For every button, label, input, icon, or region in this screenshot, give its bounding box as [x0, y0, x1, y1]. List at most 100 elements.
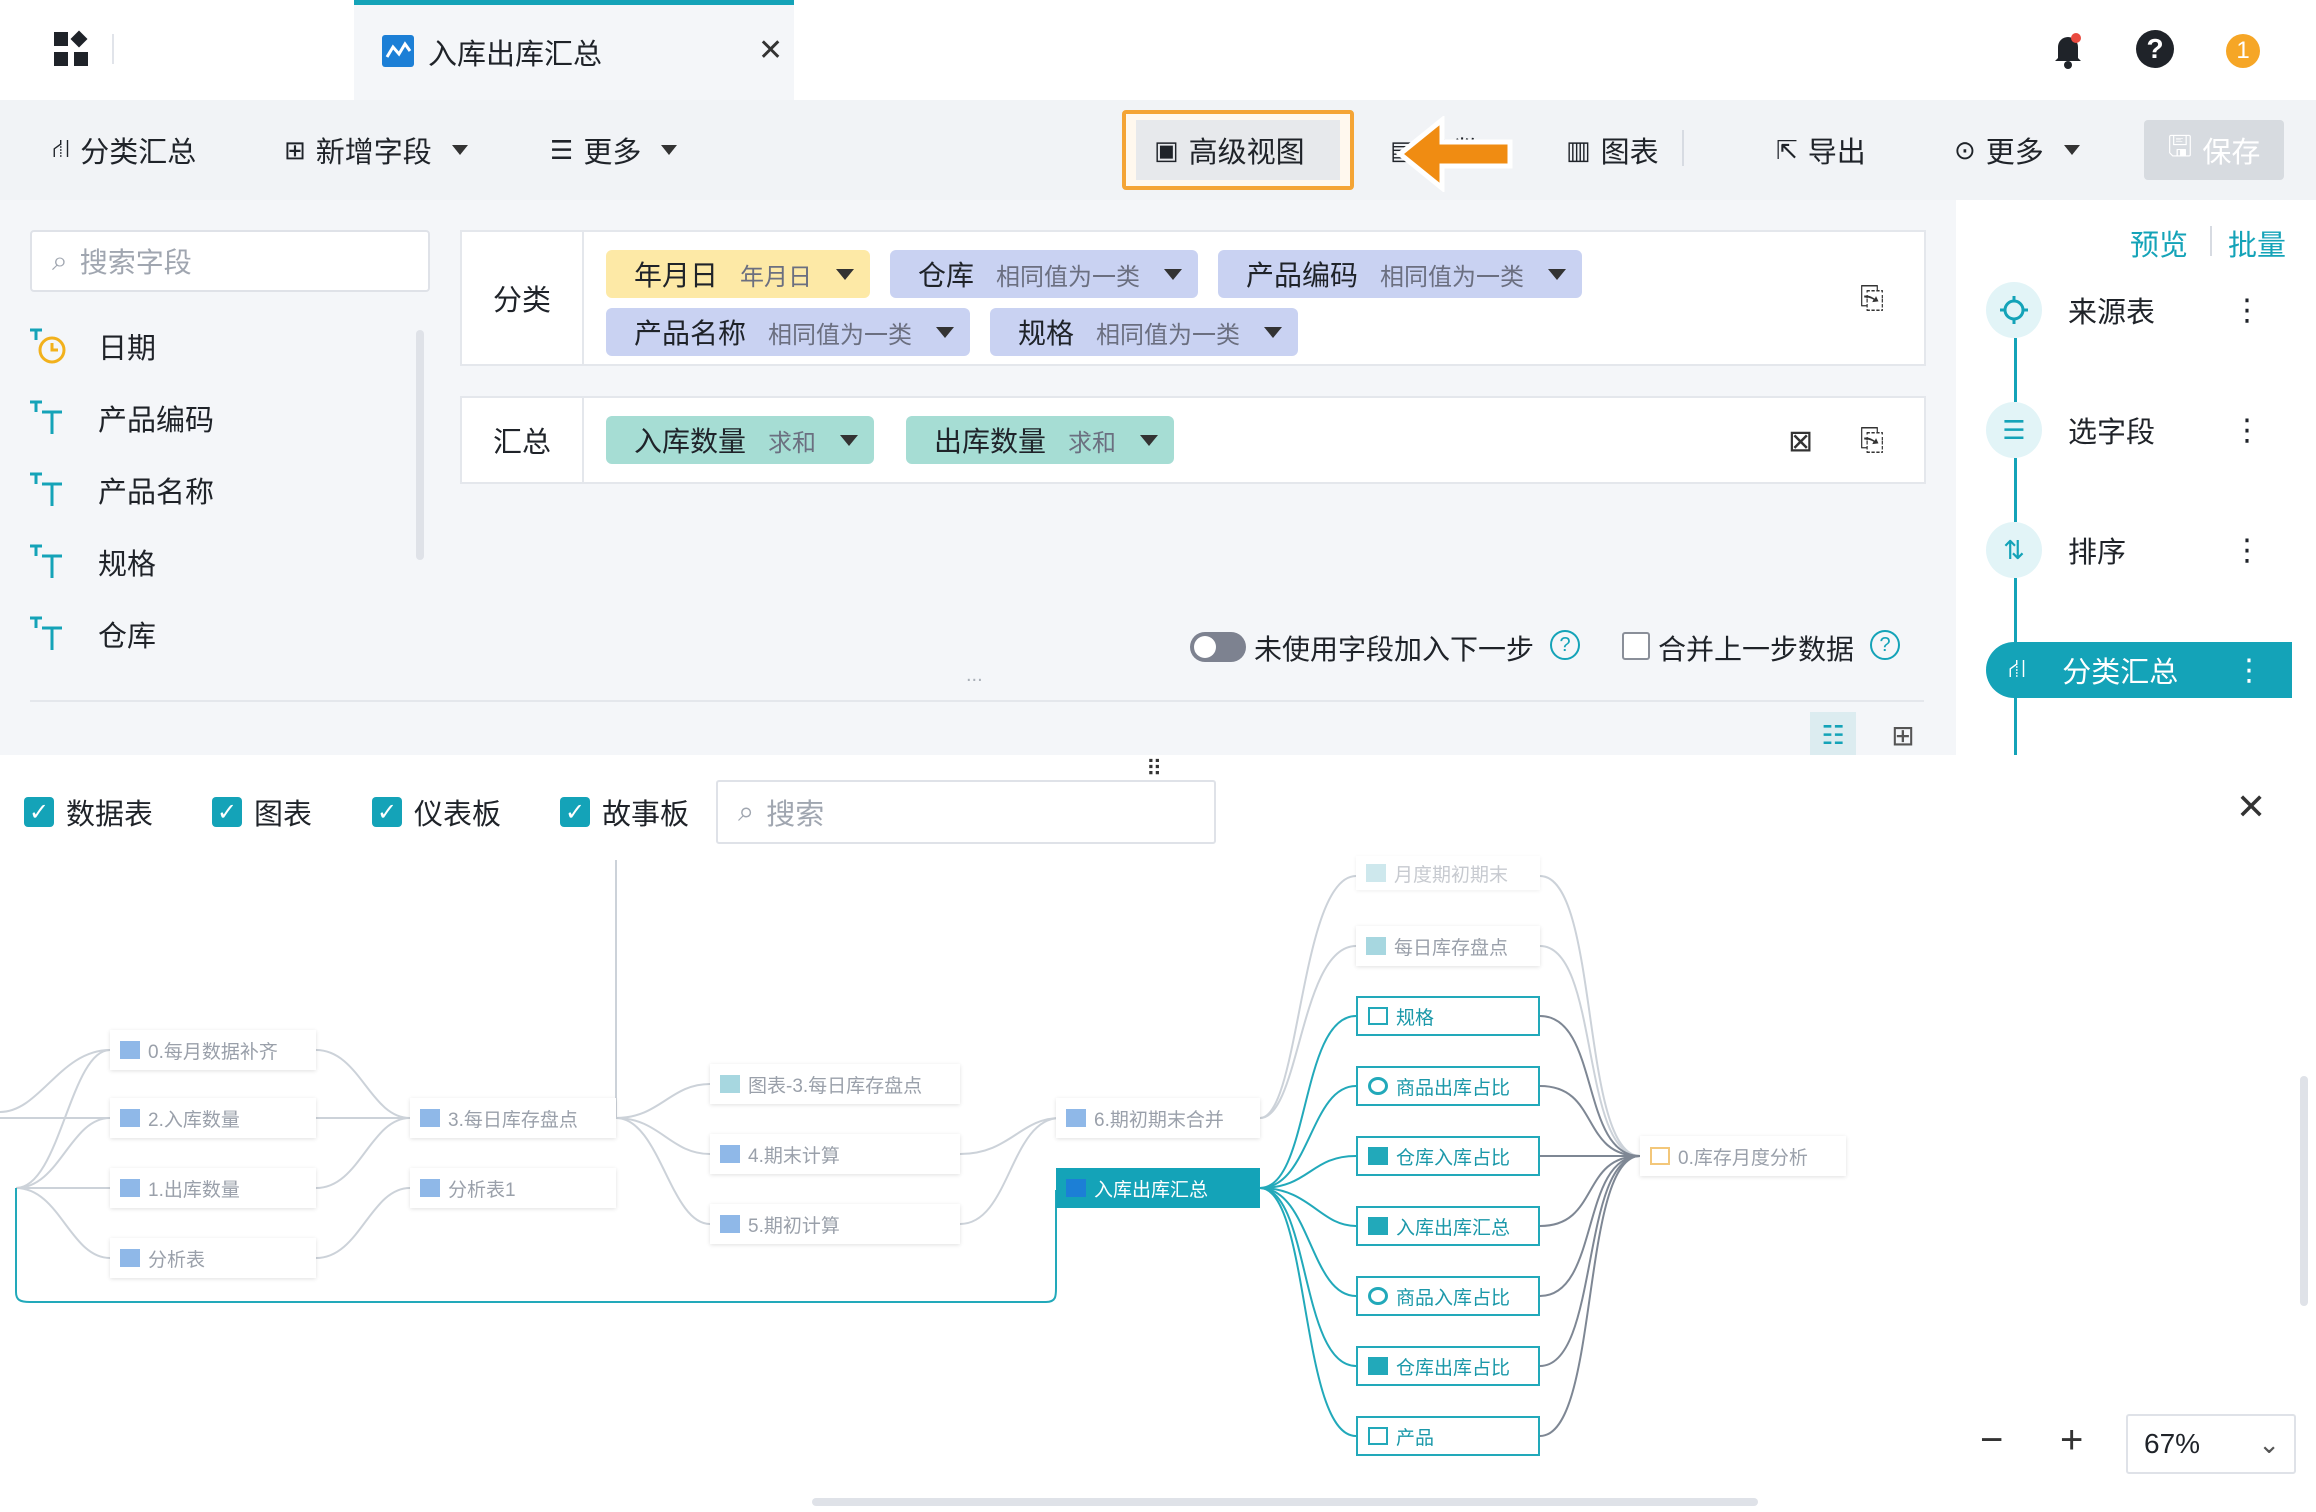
sort-icon: ⇅	[1986, 522, 2042, 578]
notification-badge[interactable]: 1	[2226, 34, 2260, 68]
node-label: 仓库入库占比	[1396, 1147, 1511, 1169]
save-button[interactable]: 🖫 保存	[2144, 120, 2284, 180]
lineage-node[interactable]: 0.每月数据补齐	[110, 1030, 316, 1070]
lineage-node[interactable]: 仓库出库占比	[1356, 1346, 1540, 1386]
lineage-node[interactable]: 每日库存盘点	[1356, 926, 1540, 966]
help-circle-icon[interactable]: ?	[1550, 630, 1580, 660]
help-icon[interactable]: ?	[2136, 30, 2174, 68]
layout-list-icon[interactable]: ☷	[1810, 712, 1856, 758]
chip-mode: 求和	[1068, 429, 1117, 457]
lineage-node[interactable]: 4.期末计算	[710, 1134, 960, 1174]
lineage-h-scrollbar[interactable]	[812, 1498, 1758, 1506]
step-source-table[interactable]: 来源表 ⋮	[2006, 282, 2286, 338]
tab-active[interactable]: 入库出库汇总 ✕	[354, 0, 794, 100]
help-circle-icon[interactable]: ?	[1870, 630, 1900, 660]
lineage-node[interactable]: 产品	[1356, 1416, 1540, 1456]
chip-mode: 求和	[768, 429, 817, 457]
lineage-v-scrollbar[interactable]	[2300, 1076, 2308, 1306]
formula-icon[interactable]: ⊠	[1788, 424, 1813, 459]
field-item-spec[interactable]: 规格	[28, 538, 156, 586]
lineage-node[interactable]: 仓库入库占比	[1356, 1136, 1540, 1176]
more-vertical-icon[interactable]: ⋮	[2234, 653, 2264, 688]
group-label: 分类	[492, 285, 551, 317]
filter-storyboard[interactable]: ✓ 故事板	[560, 792, 689, 832]
node-label: 0.库存月度分析	[1678, 1147, 1808, 1169]
field-item-product-name[interactable]: 产品名称	[28, 466, 214, 514]
divider	[2210, 226, 2212, 256]
step-select-fields[interactable]: 选字段 ⋮	[2006, 402, 2286, 458]
step-sort[interactable]: 排序 ⋮	[2006, 522, 2286, 578]
chip-mode: 相同值为一类	[1096, 321, 1241, 349]
zoom-out-button[interactable]: −	[1980, 1418, 2003, 1463]
merge-prev-checkbox[interactable]	[1622, 632, 1650, 660]
close-panel-icon[interactable]: ✕	[2236, 786, 2266, 828]
preview-link[interactable]: 预览	[2130, 222, 2188, 264]
close-tab-icon[interactable]: ✕	[758, 33, 783, 68]
advanced-view-button[interactable]: ▣ 高级视图	[1136, 120, 1340, 180]
filter-chart[interactable]: ✓ 图表	[212, 792, 312, 832]
group-chip-product-name[interactable]: 产品名称 相同值为一类	[606, 308, 971, 356]
chevron-down-icon	[1548, 268, 1567, 280]
group-chip-warehouse[interactable]: 仓库 相同值为一类	[890, 250, 1199, 298]
bell-icon[interactable]	[2050, 30, 2086, 70]
lineage-search-input[interactable]: ⌕ 搜索	[716, 780, 1216, 844]
group-chip-spec[interactable]: 规格 相同值为一类	[990, 308, 1299, 356]
drag-handle-icon[interactable]: ⠿	[1146, 756, 1162, 782]
summary-chip-out-qty[interactable]: 出库数量 求和	[906, 416, 1175, 464]
chart-button[interactable]: ▥ 图表	[1566, 126, 1659, 174]
summary-chip-in-qty[interactable]: 入库数量 求和	[606, 416, 875, 464]
field-search-input[interactable]: ⌕ 搜索字段	[30, 230, 430, 292]
batch-link[interactable]: 批量	[2228, 222, 2286, 264]
node-label: 分析表	[148, 1249, 206, 1271]
lineage-node[interactable]: 月度期初期末	[1356, 856, 1540, 890]
resize-handle-dots[interactable]: ...	[966, 664, 983, 687]
lineage-node[interactable]: 分析表1	[410, 1168, 616, 1208]
chevron-down-icon	[661, 145, 678, 155]
lineage-node[interactable]: 2.入库数量	[110, 1098, 316, 1138]
lineage-node-selected[interactable]: 入库出库汇总	[1056, 1168, 1260, 1208]
chart-label: 图表	[1600, 137, 1659, 169]
lineage-node[interactable]: 分析表	[110, 1238, 316, 1278]
more-menu-button[interactable]: ☰ 更多	[550, 126, 678, 174]
lineage-node[interactable]: 入库出库汇总	[1356, 1206, 1540, 1246]
export-button[interactable]: ⇱ 导出	[1776, 126, 1866, 174]
lineage-node[interactable]: 图表-3.每日库存盘点	[710, 1064, 960, 1104]
lineage-node[interactable]: 商品出库占比	[1356, 1066, 1540, 1106]
node-label: 仓库出库占比	[1396, 1357, 1511, 1379]
zoom-in-button[interactable]: +	[2060, 1418, 2083, 1463]
lineage-node[interactable]: 规格	[1356, 996, 1540, 1036]
scatter-chart-icon	[1368, 1007, 1388, 1025]
group-chip-product-code[interactable]: 产品编码 相同值为一类	[1218, 250, 1583, 298]
app-grid-icon[interactable]	[52, 30, 90, 68]
filter-dashboard[interactable]: ✓ 仪表板	[372, 792, 501, 832]
lineage-node[interactable]: 商品入库占比	[1356, 1276, 1540, 1316]
field-label: 日期	[98, 333, 157, 365]
unused-fields-toggle[interactable]	[1190, 632, 1246, 662]
dataset-icon	[420, 1179, 440, 1197]
lineage-node[interactable]: 5.期初计算	[710, 1204, 960, 1244]
clear-group-icon[interactable]: ⎘	[1860, 282, 1884, 316]
more-vertical-icon[interactable]: ⋮	[2232, 533, 2262, 568]
group-chip-date[interactable]: 年月日 年月日	[606, 250, 871, 298]
lineage-node[interactable]: 1.出库数量	[110, 1168, 316, 1208]
group-summary-button[interactable]: ⛙ 分类汇总	[52, 126, 196, 174]
more-menu-button-2[interactable]: ⊙ 更多	[1954, 126, 2080, 174]
add-field-button[interactable]: ⊞ 新增字段	[284, 126, 468, 174]
clear-summary-icon[interactable]: ⎘	[1860, 424, 1884, 458]
field-list-scrollbar[interactable]	[416, 330, 424, 560]
field-item-warehouse[interactable]: 仓库	[28, 610, 156, 658]
lineage-node[interactable]: 6.期初期末合并	[1056, 1098, 1260, 1138]
step-group-summary[interactable]: ⛙ 分类汇总 ⋮	[1986, 642, 2292, 698]
lineage-node[interactable]: 3.每日库存盘点	[410, 1098, 616, 1138]
layout-grid-icon[interactable]: ⊞	[1880, 712, 1926, 758]
arrow-left-icon	[1392, 114, 1516, 194]
filter-datatable[interactable]: ✓ 数据表	[24, 792, 153, 832]
table-icon	[1366, 864, 1386, 882]
checkbox-checked-icon: ✓	[212, 797, 242, 827]
field-item-date[interactable]: 日期	[28, 322, 156, 370]
zoom-select[interactable]: 67% ⌄	[2126, 1414, 2296, 1474]
more-vertical-icon[interactable]: ⋮	[2232, 293, 2262, 328]
field-item-product-code[interactable]: 产品编码	[28, 394, 214, 442]
more-vertical-icon[interactable]: ⋮	[2232, 413, 2262, 448]
lineage-node[interactable]: 0.库存月度分析	[1640, 1136, 1846, 1176]
